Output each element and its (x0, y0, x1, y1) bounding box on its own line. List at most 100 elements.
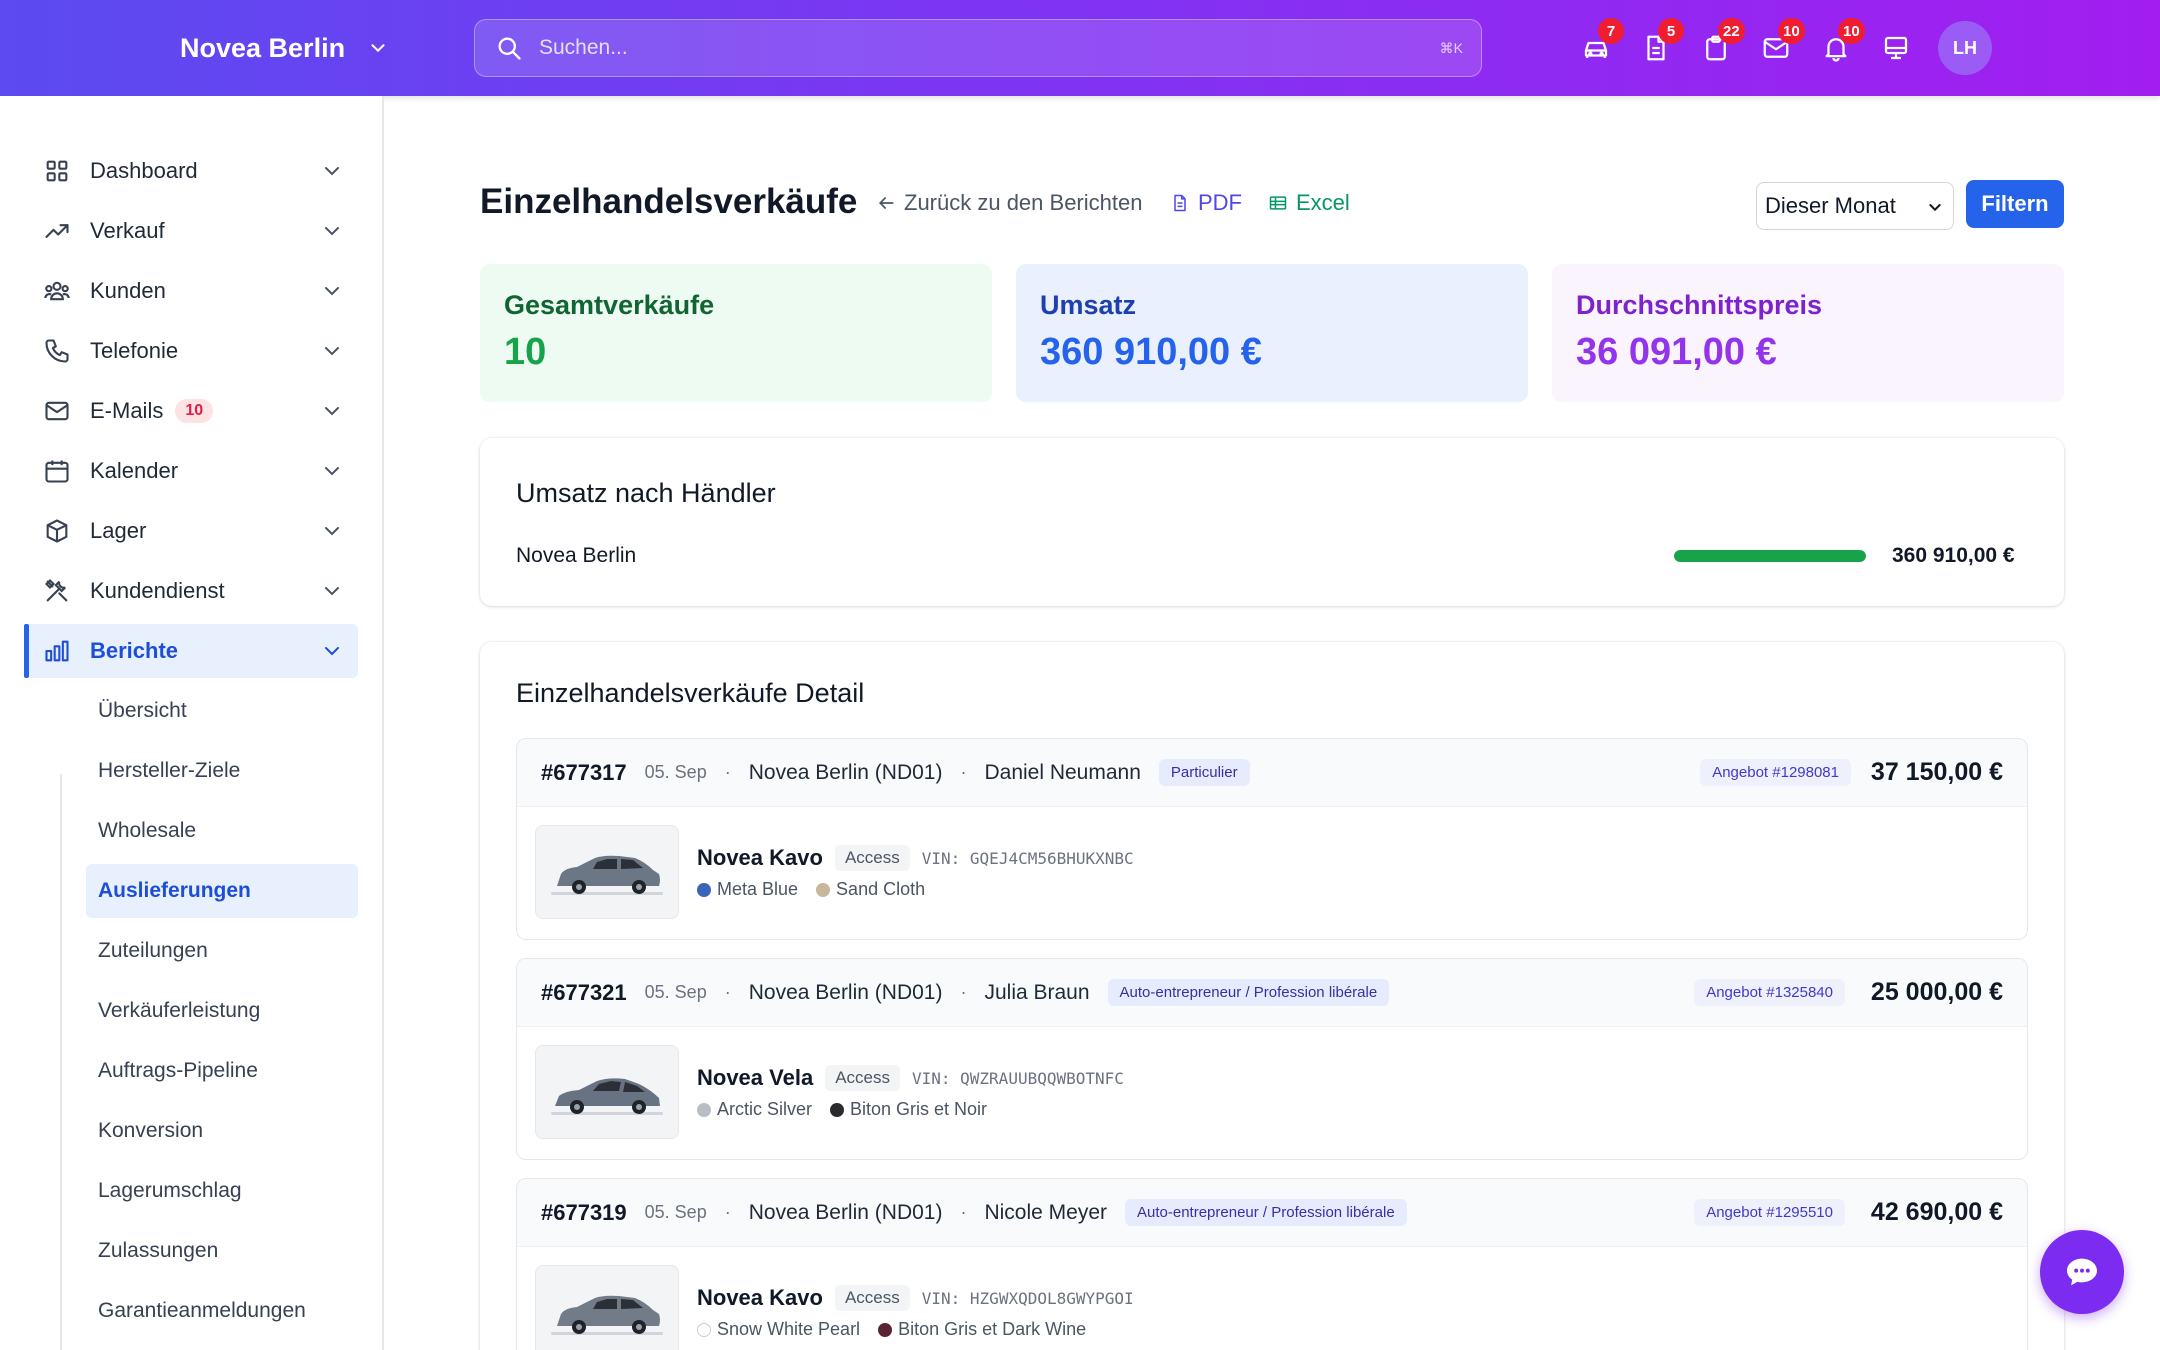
sidebar-item-kalender[interactable]: Kalender (24, 444, 358, 498)
customer-type-badge: Particulier (1158, 759, 1250, 786)
sale-date: 05. Sep (644, 982, 707, 1002)
sidebar-item-kundendienst[interactable]: Kundendienst (24, 564, 358, 618)
color-swatch (697, 882, 711, 897)
sidebar-item-label: Telefonie (90, 338, 179, 363)
sale-dealer: Novea Berlin (ND01) (748, 1200, 943, 1224)
stat-total-sales: Gesamtverkäufe 10 (480, 264, 992, 402)
interior-color: Biton Gris et Noir (830, 1099, 987, 1120)
sidebar-item-label: Dashboard (90, 158, 198, 183)
display-button[interactable] (1866, 18, 1926, 78)
chat-button[interactable] (2040, 1230, 2124, 1314)
sale-price: 42 690,00 € (1870, 1198, 2003, 1226)
sale-row[interactable]: #677317 05. Sep · Novea Berlin (ND01) · … (516, 738, 2028, 940)
model-name: Novea Kavo (697, 845, 823, 870)
notification-badge: 22 (1718, 18, 1745, 44)
chevron-down-icon (325, 347, 339, 356)
back-link-label: Zurück zu den Berichten (904, 190, 1143, 215)
sidebar-item-label: Berichte (90, 638, 179, 663)
offer-badge[interactable]: Angebot #1295510 (1694, 1199, 1845, 1226)
box-icon (46, 519, 68, 543)
card-title: Einzelhandelsverkäufe Detail (516, 678, 865, 708)
tasks-button[interactable]: 22 (1686, 18, 1746, 78)
trim-badge: Access (834, 1285, 910, 1311)
period-select[interactable]: Dieser Monat (1756, 182, 1954, 230)
sidebar-item-label: Kundendienst (90, 578, 225, 603)
stat-revenue: Umsatz 360 910,00 € (1016, 264, 1528, 402)
sale-id[interactable]: #677321 (541, 980, 627, 1006)
subnav-item[interactable]: Verkäuferleistung (86, 984, 358, 1038)
model-name: Novea Kavo (697, 1285, 823, 1310)
sale-id[interactable]: #677317 (541, 760, 627, 786)
subnav-item[interactable]: Zuteilungen (86, 924, 358, 978)
back-to-reports-link[interactable]: Zurück zu den Berichten (876, 190, 1142, 216)
header-icons: 7 5 22 10 10 (1566, 18, 1926, 78)
sidebar-item-dashboard[interactable]: Dashboard (24, 144, 358, 198)
sale-date: 05. Sep (644, 1202, 707, 1222)
vehicle-colors: Meta Blue Sand Cloth (697, 879, 943, 900)
sale-customer[interactable]: Julia Braun (984, 981, 1089, 1005)
subnav-item[interactable]: Garantieanmeldungen (86, 1284, 358, 1338)
sale-customer[interactable]: Nicole Meyer (984, 1201, 1107, 1225)
export-pdf-link[interactable]: PDF (1170, 190, 1242, 216)
subnav-item[interactable]: Übersicht (86, 684, 358, 738)
sidebar-item-verkauf[interactable]: Verkauf (24, 204, 358, 258)
sidebar-item-berichte[interactable]: Berichte (24, 624, 358, 678)
subnav-item[interactable]: Auftrags-Pipeline (86, 1044, 358, 1098)
offer-badge[interactable]: Angebot #1298081 (1700, 759, 1851, 786)
sales-detail-card: Einzelhandelsverkäufe Detail #677317 05.… (480, 642, 2064, 1350)
dealer-revenue-bar-fill (1674, 550, 1866, 562)
filter-button[interactable]: Filtern (1966, 180, 2064, 228)
chevron-down-icon (325, 587, 339, 596)
mail-button[interactable]: 10 (1746, 18, 1806, 78)
user-avatar[interactable]: LH (1938, 21, 1992, 75)
sidebar-item-emails[interactable]: E-Mails 10 (24, 384, 358, 438)
sidebar-item-label: Kalender (90, 458, 179, 483)
color-name: Snow White Pearl (717, 1319, 861, 1339)
suv-image (551, 855, 663, 895)
chevron-down-icon (325, 167, 339, 176)
bar-chart-icon (45, 640, 69, 662)
brand-switcher[interactable]: Novea Berlin (180, 28, 389, 68)
chevron-down-icon (371, 44, 385, 53)
exterior-color: Meta Blue (697, 879, 798, 900)
subnav-divider (60, 774, 62, 1350)
subnav-item[interactable]: Lagerumschlag (86, 1164, 358, 1218)
sale-row[interactable]: #677321 05. Sep · Novea Berlin (ND01) · … (516, 958, 2028, 1160)
chevron-down-icon (325, 287, 339, 296)
vin: VIN: HZGWXQDOL8GWYPGOI (921, 1288, 1134, 1308)
stat-average-price: Durchschnittspreis 36 091,00 € (1552, 264, 2064, 402)
trim-badge: Access (834, 845, 910, 871)
period-selected-value: Dieser Monat (1765, 193, 1896, 218)
sale-date: 05. Sep (644, 762, 707, 782)
sidebar: Dashboard Verkauf Kunden Telefonie E-Mai… (0, 96, 384, 1350)
notification-badge: 5 (1658, 18, 1684, 44)
vehicles-button[interactable]: 7 (1566, 18, 1626, 78)
sidebar-item-label: Verkauf (90, 218, 165, 243)
subnav-item[interactable]: Zulassungen (86, 1224, 358, 1278)
stat-value: 36 091,00 € (1576, 331, 1777, 373)
search-bar[interactable]: ⌘K (474, 19, 1482, 77)
users-icon (44, 281, 70, 301)
subnav-item[interactable]: Hersteller-Ziele (86, 744, 358, 798)
color-swatch (878, 1322, 893, 1337)
sidebar-item-kunden[interactable]: Kunden (24, 264, 358, 318)
subnav-item[interactable]: Wholesale (86, 804, 358, 858)
documents-button[interactable]: 5 (1626, 18, 1686, 78)
export-excel-link[interactable]: Excel (1268, 190, 1350, 216)
sidebar-item-lager[interactable]: Lager (24, 504, 358, 558)
sale-row[interactable]: #677319 05. Sep · Novea Berlin (ND01) · … (516, 1178, 2028, 1350)
sidebar-item-telefonie[interactable]: Telefonie (24, 324, 358, 378)
subnav-item[interactable]: Konversion (86, 1104, 358, 1158)
sale-header: #677319 05. Sep · Novea Berlin (ND01) · … (517, 1179, 2027, 1247)
sale-price: 25 000,00 € (1870, 978, 2003, 1006)
offer-badge[interactable]: Angebot #1325840 (1694, 979, 1845, 1006)
search-input[interactable] (539, 36, 1440, 60)
chevron-down-icon (325, 647, 339, 656)
trim-badge: Access (825, 1065, 900, 1091)
sale-customer[interactable]: Daniel Neumann (984, 761, 1140, 785)
subnav-item-active[interactable]: Auslieferungen (86, 864, 358, 918)
dealer-revenue-value: 360 910,00 € (1892, 544, 2015, 567)
card-title: Umsatz nach Händler (516, 478, 776, 508)
notifications-button[interactable]: 10 (1806, 18, 1866, 78)
sale-id[interactable]: #677319 (541, 1200, 627, 1226)
